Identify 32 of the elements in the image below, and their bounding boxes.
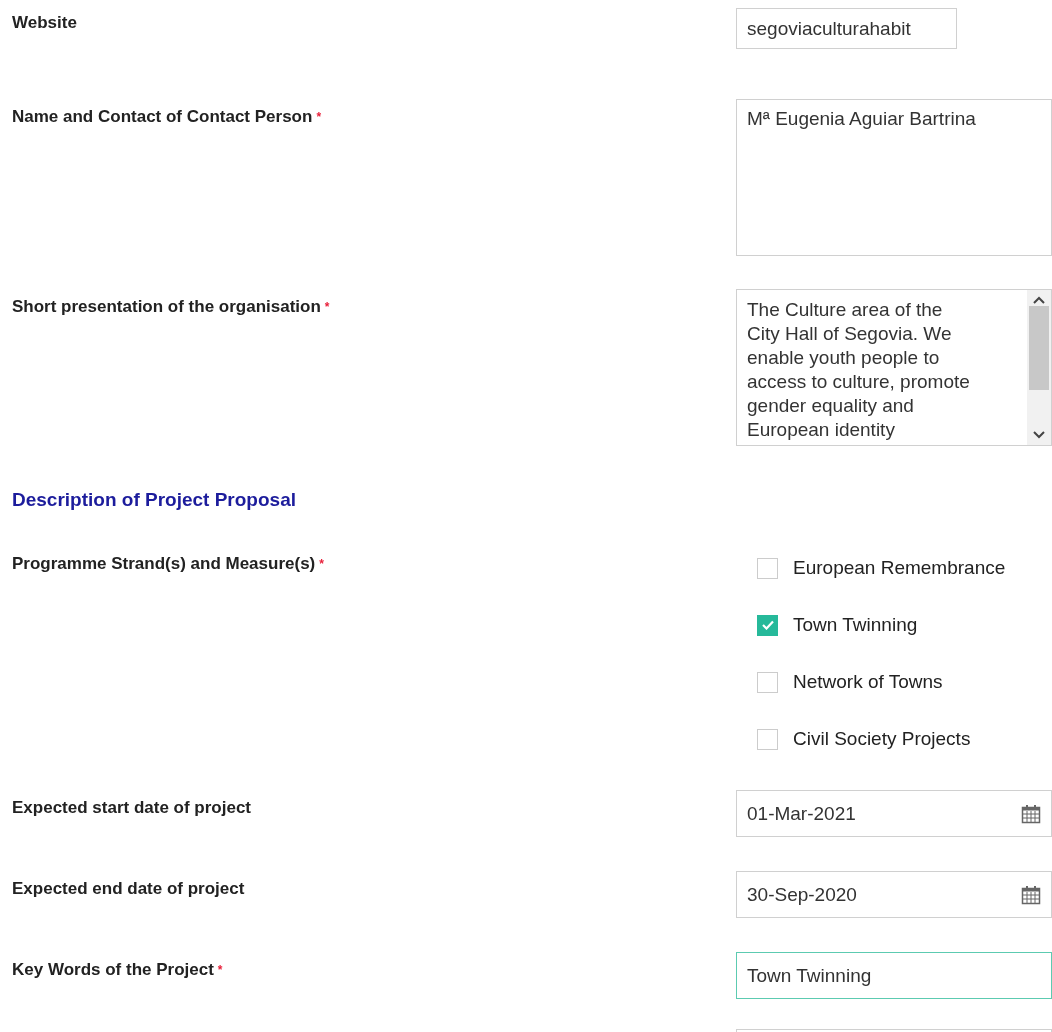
input-field[interactable]: Town Twinning bbox=[736, 952, 1052, 999]
text-area[interactable]: The Culture area of the City Hall of Segovia. We enable youth people to access to culture, promote gender equality and European identity bbox=[736, 289, 1052, 446]
field-label-text: Key Words of the Project bbox=[12, 960, 214, 979]
calendar-icon[interactable] bbox=[1021, 884, 1041, 905]
checkbox[interactable] bbox=[757, 557, 778, 579]
check-icon bbox=[761, 620, 774, 630]
field-label-text: Name and Contact of Contact Person bbox=[12, 107, 313, 126]
required-mark: * bbox=[316, 110, 322, 124]
scrollbar[interactable] bbox=[1027, 290, 1051, 445]
text-area[interactable]: Mª Eugenia Aguiar Bartrina bbox=[736, 99, 1052, 256]
checkbox-option[interactable]: Network of Towns bbox=[757, 671, 1052, 693]
checkbox[interactable] bbox=[757, 728, 778, 750]
checkbox[interactable] bbox=[757, 671, 778, 693]
section-heading: Description of Project Proposal bbox=[11, 488, 297, 512]
input-field[interactable]: segoviaculturahabit bbox=[736, 8, 957, 49]
calendar-icon[interactable] bbox=[1021, 803, 1041, 824]
checkbox-option[interactable]: Town Twinning bbox=[757, 614, 1052, 636]
required-mark: * bbox=[217, 963, 223, 977]
date-field[interactable]: 01-Mar-2021 bbox=[736, 790, 1052, 837]
checkbox-option[interactable]: European Remembrance bbox=[757, 557, 1052, 579]
scroll-up-icon[interactable] bbox=[1033, 296, 1045, 304]
checkbox-option[interactable]: Civil Society Projects bbox=[757, 728, 1052, 750]
required-mark: * bbox=[324, 300, 330, 314]
field-label-text: Expected end date of project bbox=[12, 879, 245, 898]
checkbox[interactable] bbox=[757, 614, 778, 636]
field-label-text: Programme Strand(s) and Measure(s) bbox=[12, 554, 316, 573]
date-field[interactable]: 30-Sep-2020 bbox=[736, 871, 1052, 918]
field-label-text: Website bbox=[12, 13, 77, 32]
field-label-text: Short presentation of the organisation bbox=[12, 297, 321, 316]
scroll-down-icon[interactable] bbox=[1033, 431, 1045, 439]
field-label-text: Expected start date of project bbox=[12, 798, 251, 817]
required-mark: * bbox=[319, 557, 324, 571]
